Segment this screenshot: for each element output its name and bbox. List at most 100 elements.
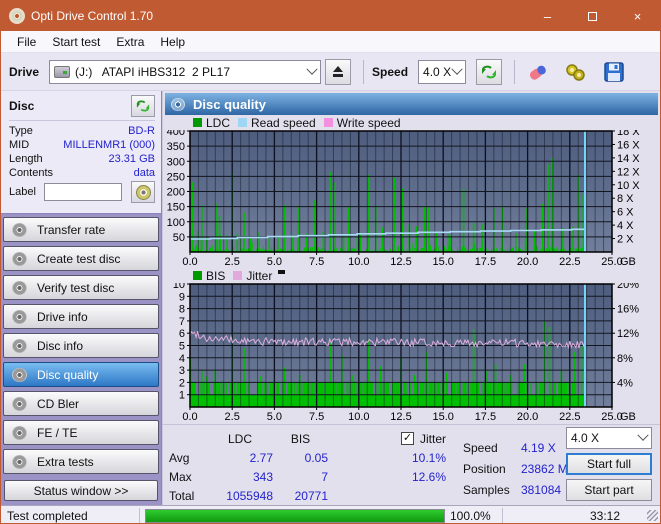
svg-text:6: 6	[179, 328, 185, 340]
jitter-checkbox-label: Jitter	[419, 431, 446, 446]
read-speed-legend-label: Read speed	[251, 115, 316, 130]
svg-text:50: 50	[173, 232, 185, 244]
svg-text:22.5: 22.5	[559, 411, 580, 423]
status-bar: Test completed 100.0% 33:12	[1, 505, 660, 523]
svg-text:6 X: 6 X	[617, 207, 634, 219]
position-row-label: Position	[463, 461, 506, 476]
menu-file[interactable]: File	[9, 33, 44, 51]
avg-row-label: Avg	[169, 450, 190, 465]
menu-bar: File Start test Extra Help	[1, 31, 660, 53]
disc-mid-label: MID	[9, 139, 30, 151]
test-speed-select[interactable]: 4.0 X	[566, 427, 652, 449]
svg-text:17.5: 17.5	[475, 411, 496, 423]
minimize-button[interactable]: –	[525, 1, 570, 31]
refresh-icon	[136, 100, 150, 112]
sidebar-item-extra-tests[interactable]: Extra tests	[3, 449, 159, 475]
chevron-down-icon	[451, 63, 463, 75]
total-bis-value: 20771	[294, 488, 328, 503]
svg-text:17.5: 17.5	[475, 256, 496, 268]
sidebar-item-label: Disc info	[37, 338, 84, 353]
sidebar: Disc Type BD-R MID MILLENMR1 (000) Length 2…	[1, 91, 162, 505]
max-ldc-value: 343	[252, 469, 273, 484]
disc-panel: Disc Type BD-R MID MILLENMR1 (000) Length 2…	[1, 91, 161, 215]
toolbar-separator	[363, 59, 365, 84]
drive-select[interactable]: (J:) ATAPI iHBS312 2 PL17	[49, 59, 322, 84]
sidebar-item-label: FE / TE	[37, 425, 78, 440]
jitter-legend-label: Jitter	[246, 268, 273, 283]
svg-text:12.5: 12.5	[390, 256, 411, 268]
menu-extra[interactable]: Extra	[108, 33, 152, 51]
svg-text:2 X: 2 X	[617, 234, 634, 246]
svg-text:4: 4	[179, 353, 185, 365]
total-row-label: Total	[169, 488, 195, 503]
cd-icon	[12, 280, 27, 295]
drive-icon	[54, 65, 71, 78]
drive-select-value: (J:) ATAPI iHBS312 2 PL17	[75, 64, 230, 79]
sidebar-item-verify-test-disc[interactable]: Verify test disc	[3, 275, 159, 301]
svg-text:2: 2	[179, 377, 185, 389]
progress-fill	[146, 509, 444, 522]
svg-text:7: 7	[179, 316, 185, 328]
refresh-drive-button[interactable]	[476, 58, 503, 85]
results-table: LDC BIS ✓ Jitter Avg 2.77 0.05 10.1% Max…	[169, 429, 446, 505]
sidebar-item-label: Extra tests	[37, 454, 94, 469]
cd-icon	[12, 396, 27, 411]
menu-help[interactable]: Help	[152, 33, 193, 51]
status-window-button[interactable]: Status window >>	[4, 480, 158, 501]
main-panel: Disc quality LDC Read speed Write speed …	[162, 91, 660, 505]
start-full-button[interactable]: Start full	[566, 453, 652, 475]
sidebar-item-fe-te[interactable]: FE / TE	[3, 420, 159, 446]
menu-start-test[interactable]: Start test	[44, 33, 108, 51]
drive-label: Drive	[9, 64, 40, 79]
sidebar-item-cd-bler[interactable]: CD Bler	[3, 391, 159, 417]
sidebar-item-transfer-rate[interactable]: Transfer rate	[3, 217, 159, 243]
test-speed-value: 4.0 X	[571, 431, 600, 445]
refresh-icon	[482, 65, 497, 78]
resize-grip[interactable]	[647, 510, 658, 521]
disc-label-label: Label	[9, 186, 36, 198]
svg-text:0.0: 0.0	[182, 411, 197, 423]
sidebar-nav: Transfer rate Create test disc Verify te…	[1, 214, 161, 477]
cd-icon	[12, 251, 27, 266]
erase-disc-button[interactable]	[523, 58, 553, 86]
svg-text:400: 400	[167, 130, 185, 138]
sidebar-item-create-test-disc[interactable]: Create test disc	[3, 246, 159, 272]
sidebar-item-disc-quality[interactable]: Disc quality	[3, 362, 159, 388]
cd-icon	[171, 97, 185, 111]
test-buttons: 4.0 X Start full Start part	[566, 427, 652, 501]
bis-column-header: BIS	[290, 431, 311, 446]
svg-text:15.0: 15.0	[432, 411, 453, 423]
drive-toolbar: Drive (J:) ATAPI iHBS312 2 PL17 Speed 4.…	[1, 53, 660, 91]
ldc-legend-label: LDC	[206, 115, 231, 130]
svg-text:20.0: 20.0	[517, 411, 538, 423]
chevron-down-icon	[637, 429, 649, 441]
settings-button[interactable]	[561, 58, 591, 86]
disc-type-value: BD-R	[128, 125, 155, 137]
jitter-checkbox[interactable]: ✓	[400, 432, 414, 445]
chevron-down-icon	[306, 63, 318, 75]
svg-text:200: 200	[167, 187, 185, 199]
svg-text:12%: 12%	[617, 328, 639, 340]
sidebar-item-label: Verify test disc	[37, 280, 115, 295]
svg-text:14 X: 14 X	[617, 153, 640, 165]
avg-jitter-value: 10.1%	[411, 450, 446, 465]
save-button[interactable]	[599, 58, 629, 86]
sidebar-item-drive-info[interactable]: Drive info	[3, 304, 159, 330]
svg-text:18 X: 18 X	[617, 130, 640, 138]
sidebar-item-disc-info[interactable]: Disc info	[3, 333, 159, 359]
window-title: Opti Drive Control 1.70	[31, 9, 154, 23]
close-button[interactable]: ×	[615, 1, 660, 31]
svg-text:8%: 8%	[617, 353, 633, 365]
disc-label-browse-button[interactable]	[131, 181, 155, 203]
speed-select[interactable]: 4.0 X	[418, 59, 467, 84]
svg-text:3: 3	[179, 365, 185, 377]
maximize-button[interactable]	[570, 1, 615, 31]
max-bis-value: 7	[321, 469, 328, 484]
refresh-disc-button[interactable]	[131, 95, 155, 117]
eject-button[interactable]	[325, 58, 352, 85]
ldc-chart: 400 350 300 250 200 150 100 50 18 X 16 X 14 X 12 X 1…	[163, 126, 660, 268]
start-part-button[interactable]: Start part	[566, 479, 652, 501]
disc-label-input[interactable]	[43, 183, 122, 201]
bis-legend-swatch	[193, 271, 202, 280]
sidebar-item-label: Disc quality	[37, 367, 99, 382]
